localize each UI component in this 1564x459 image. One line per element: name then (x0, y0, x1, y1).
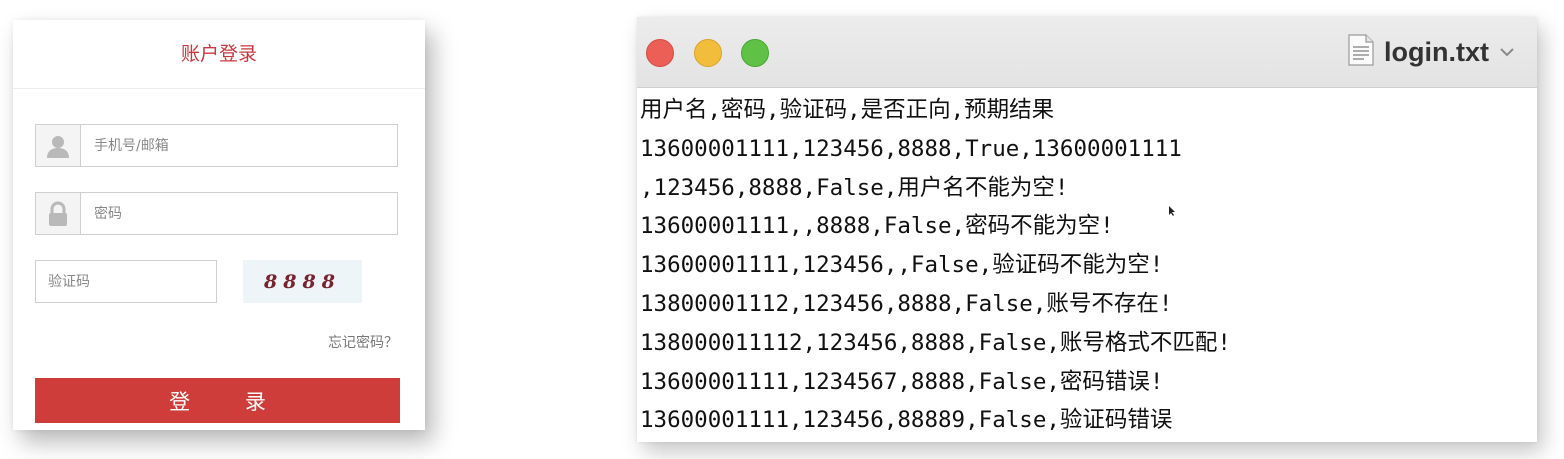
document-title[interactable]: login.txt (1348, 33, 1515, 71)
password-input[interactable] (94, 193, 384, 234)
captcha-field[interactable] (35, 260, 217, 303)
text-line: 13600001111,123456,88889,False,验证码错误 (640, 407, 1173, 434)
window-titlebar[interactable]: login.txt (637, 17, 1537, 88)
text-line: 用户名,密码,验证码,是否正向,预期结果 (640, 97, 1055, 123)
document-filename: login.txt (1384, 36, 1489, 67)
text-line: 13800001112,123456,8888,False,账号不存在! (640, 290, 1173, 317)
mouse-cursor-icon (1169, 206, 1175, 216)
chevron-down-icon[interactable] (1499, 43, 1515, 62)
captcha-input[interactable] (48, 261, 208, 302)
password-field[interactable] (35, 192, 398, 235)
login-button[interactable]: 登 录 (35, 378, 400, 423)
username-input[interactable] (94, 125, 384, 166)
login-panel-title: 账户登录 (13, 20, 425, 89)
captcha-image[interactable]: 8888 (243, 260, 362, 303)
text-line: ,123456,8888,False,用户名不能为空! (640, 174, 1069, 201)
text-line: 13600001111,123456,,False,验证码不能为空! (640, 252, 1164, 279)
forgot-password-link[interactable]: 忘记密码？ (328, 332, 398, 352)
username-field[interactable] (35, 124, 398, 167)
lock-icon (36, 193, 81, 234)
minimize-window-button[interactable] (694, 39, 722, 67)
text-line: 138000011112,123456,8888,False,账号格式不匹配! (640, 329, 1231, 356)
text-line: 13600001111,,8888,False,密码不能为空! (640, 213, 1114, 240)
text-editor-window: login.txt 用户名,密码,验证码,是否正向,预期结果 136000011… (637, 17, 1537, 442)
login-panel: 账户登录 8888 忘记密码？ 登 录 (13, 20, 425, 430)
zoom-window-button[interactable] (741, 39, 769, 67)
user-icon (36, 125, 81, 166)
text-line: 13600001111,123456,8888,True,13600001111 (640, 135, 1182, 162)
close-window-button[interactable] (646, 39, 674, 67)
text-file-icon (1348, 34, 1374, 70)
editor-text-area[interactable]: 用户名,密码,验证码,是否正向,预期结果 13600001111,123456,… (640, 91, 1527, 442)
text-line: 13600001111,1234567,8888,False,密码错误! (640, 368, 1164, 395)
